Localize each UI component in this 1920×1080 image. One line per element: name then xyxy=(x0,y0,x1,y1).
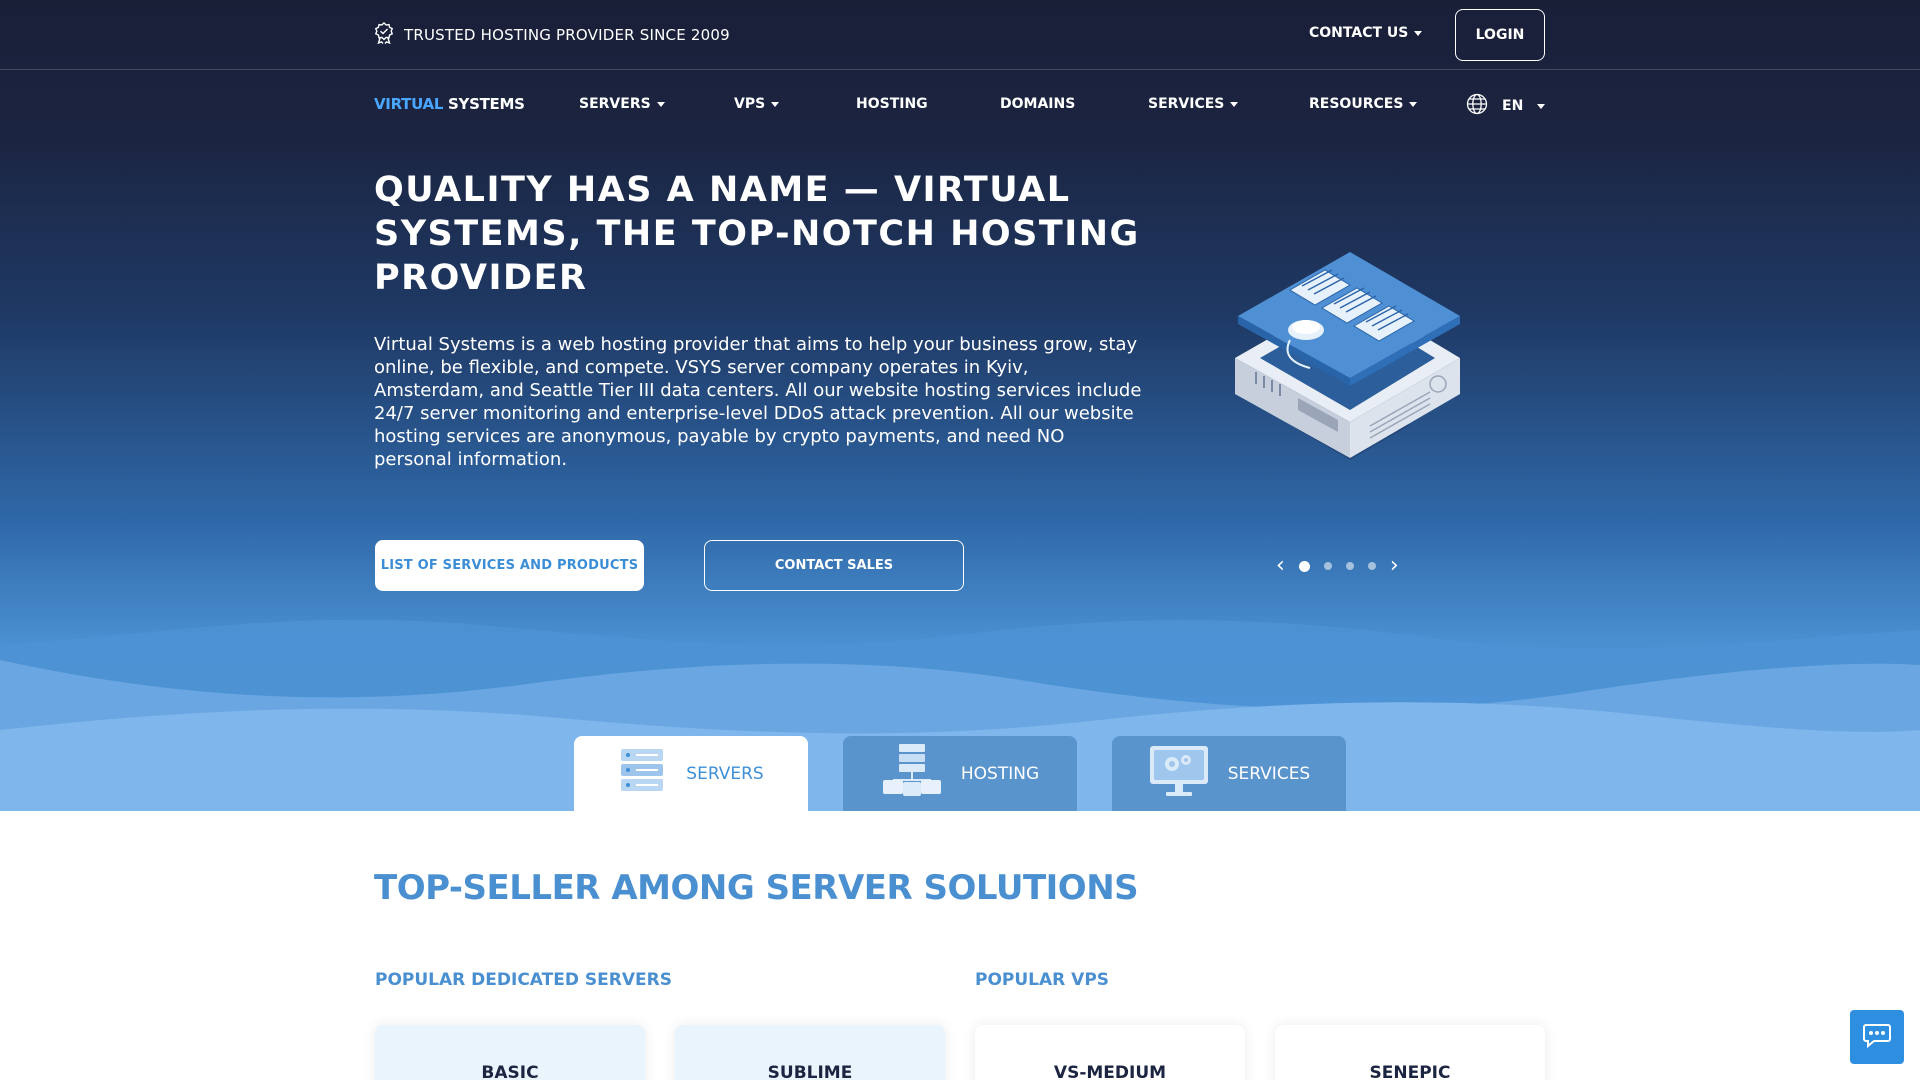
badge-icon xyxy=(374,22,394,48)
server-rack-icon xyxy=(618,747,668,800)
popular-vps-title: POPULAR VPS xyxy=(975,970,1110,990)
main-navigation: VIRTUAL SYSTEMS SERVERS VPS HOSTING DOMA… xyxy=(0,71,1920,141)
tab-services[interactable]: SERVICES xyxy=(1112,736,1346,811)
chat-bubble-icon xyxy=(1862,1022,1892,1052)
top-bar: TRUSTED HOSTING PROVIDER SINCE 2009 CONT… xyxy=(0,0,1920,70)
caret-down-icon xyxy=(1414,30,1423,36)
nav-item-label: HOSTING xyxy=(856,96,928,112)
tagline-text: TRUSTED HOSTING PROVIDER SINCE 2009 xyxy=(404,26,730,44)
contact-us-dropdown[interactable]: CONTACT US xyxy=(1309,25,1423,41)
caret-down-icon xyxy=(1537,103,1546,109)
product-card-senepic[interactable]: SENEPIC xyxy=(1275,1025,1545,1080)
logo[interactable]: VIRTUAL SYSTEMS xyxy=(374,95,525,113)
trust-tagline: TRUSTED HOSTING PROVIDER SINCE 2009 xyxy=(374,22,730,48)
nav-item-vps[interactable]: VPS xyxy=(734,96,780,112)
hero-section: TRUSTED HOSTING PROVIDER SINCE 2009 CONT… xyxy=(0,0,1920,811)
globe-icon xyxy=(1466,93,1488,119)
contact-us-label: CONTACT US xyxy=(1309,25,1409,41)
carousel-prev-button[interactable]: ‹ xyxy=(1276,555,1285,577)
caret-down-icon xyxy=(771,101,780,107)
hero-headline: QUALITY HAS A NAME — VIRTUAL SYSTEMS, TH… xyxy=(374,170,1140,298)
nav-item-label: SERVICES xyxy=(1148,96,1225,112)
caret-down-icon xyxy=(1230,101,1239,107)
card-title: VS-MEDIUM xyxy=(1053,1063,1167,1080)
carousel-dot[interactable] xyxy=(1323,562,1332,570)
caret-down-icon xyxy=(656,101,665,107)
carousel-dot[interactable] xyxy=(1345,562,1354,570)
logo-part-virtual: VIRTUAL xyxy=(374,95,444,113)
card-title: SENEPIC xyxy=(1369,1063,1451,1080)
hosting-network-icon xyxy=(881,742,943,805)
logo-part-systems: SYSTEMS xyxy=(448,95,525,113)
services-list-button[interactable]: LIST OF SERVICES AND PRODUCTS xyxy=(375,540,644,591)
language-label: EN xyxy=(1502,98,1524,114)
nav-item-label: DOMAINS xyxy=(1000,96,1076,112)
contact-sales-button[interactable]: CONTACT SALES xyxy=(704,540,964,591)
server-illustration xyxy=(1220,250,1480,510)
card-title: SUBLIME xyxy=(767,1063,853,1080)
nav-item-domains[interactable]: DOMAINS xyxy=(1000,96,1075,112)
tab-label: HOSTING xyxy=(960,763,1040,784)
carousel-controls: ‹ › xyxy=(1276,555,1399,577)
dedicated-servers-title: POPULAR DEDICATED SERVERS xyxy=(375,970,672,990)
section-title: TOP-SELLER AMONG SERVER SOLUTIONS xyxy=(374,868,1139,908)
caret-down-icon xyxy=(1409,101,1418,107)
nav-item-label: RESOURCES xyxy=(1309,96,1404,112)
login-button[interactable]: LOGIN xyxy=(1455,9,1545,61)
nav-item-label: SERVERS xyxy=(579,96,651,112)
nav-item-hosting[interactable]: HOSTING xyxy=(856,96,928,112)
monitor-gears-icon xyxy=(1148,744,1210,803)
tab-servers[interactable]: SERVERS xyxy=(574,736,808,811)
nav-item-services[interactable]: SERVICES xyxy=(1148,96,1239,112)
product-tabs: SERVERS HOSTING SERVICES xyxy=(574,736,1346,811)
nav-item-resources[interactable]: RESOURCES xyxy=(1309,96,1418,112)
tab-label: SERVERS xyxy=(686,763,764,784)
carousel-dot[interactable] xyxy=(1298,560,1310,572)
chat-button[interactable] xyxy=(1850,1010,1904,1064)
hero-description: Virtual Systems is a web hosting provide… xyxy=(374,334,1142,470)
tab-label: SERVICES xyxy=(1227,763,1311,784)
tab-hosting[interactable]: HOSTING xyxy=(843,736,1077,811)
product-card-sublime[interactable]: SUBLIME xyxy=(675,1025,945,1080)
carousel-dot[interactable] xyxy=(1367,562,1376,570)
nav-item-label: VPS xyxy=(734,96,766,112)
card-title: BASIC xyxy=(481,1063,539,1080)
product-card-vs-medium[interactable]: VS-MEDIUM xyxy=(975,1025,1245,1080)
carousel-next-button[interactable]: › xyxy=(1390,555,1399,577)
nav-item-servers[interactable]: SERVERS xyxy=(579,96,665,112)
language-selector[interactable]: EN xyxy=(1466,93,1546,119)
product-card-basic[interactable]: BASIC xyxy=(375,1025,645,1080)
